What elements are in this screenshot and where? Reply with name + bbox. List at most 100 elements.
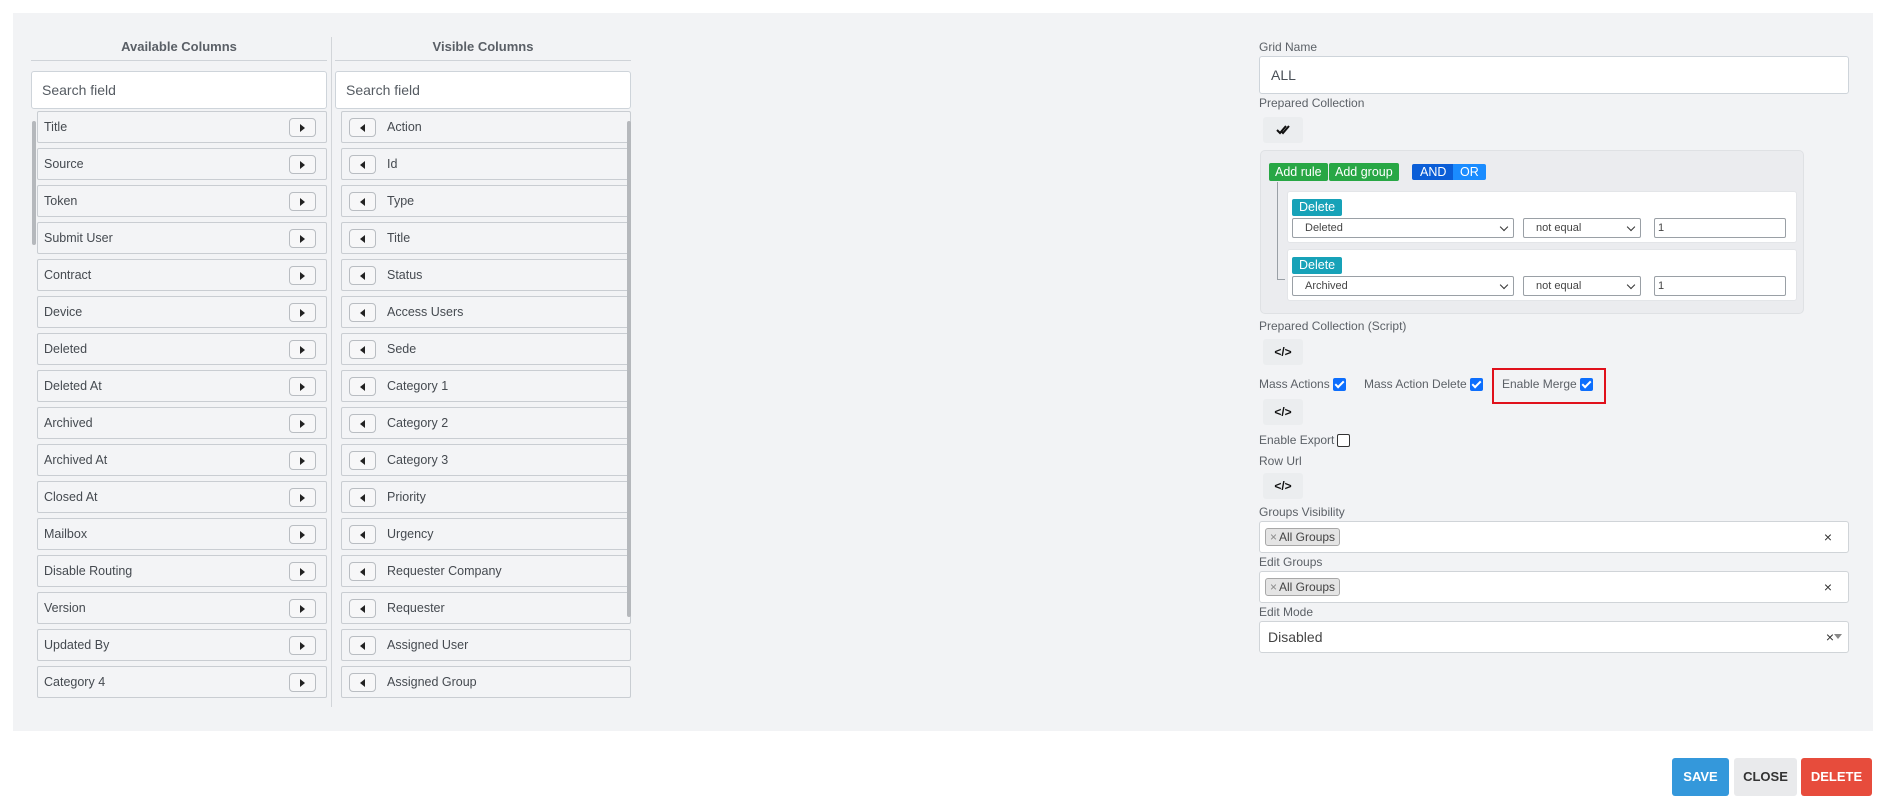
move-to-visible-button[interactable] (289, 229, 316, 248)
move-to-available-button[interactable] (349, 414, 376, 433)
move-to-visible-button[interactable] (289, 155, 316, 174)
tag-remove-icon[interactable]: × (1270, 530, 1277, 544)
condition-and-button[interactable]: AND (1412, 164, 1455, 180)
edit-groups-tag[interactable]: × All Groups (1265, 578, 1341, 596)
mass-actions-checkbox[interactable] (1332, 378, 1346, 391)
column-item[interactable]: Deleted At (37, 370, 327, 402)
clear-icon[interactable]: × (1824, 529, 1832, 545)
move-to-visible-button[interactable] (289, 451, 316, 470)
rule-value-input[interactable]: 1 (1654, 276, 1786, 296)
code-icon[interactable]: </> (1263, 473, 1303, 499)
move-to-visible-button[interactable] (289, 673, 316, 692)
edit-groups-select[interactable]: × All Groups × (1259, 571, 1849, 603)
enable-export-option[interactable]: Enable Export (1259, 433, 1351, 447)
save-button[interactable]: SAVE (1672, 758, 1729, 796)
move-to-visible-button[interactable] (289, 525, 316, 544)
column-item[interactable]: Closed At (37, 481, 327, 513)
column-item[interactable]: Submit User (37, 222, 327, 254)
move-to-available-button[interactable] (349, 488, 376, 507)
delete-rule-button[interactable]: Delete (1292, 257, 1343, 274)
column-item[interactable]: Version (37, 592, 327, 624)
close-button[interactable]: CLOSE (1734, 758, 1797, 796)
column-item[interactable]: Category 4 (37, 666, 327, 698)
edit-mode-select[interactable]: Disabled × (1259, 621, 1849, 653)
delete-button[interactable]: DELETE (1801, 758, 1872, 796)
column-item[interactable]: Type (341, 185, 631, 217)
move-to-visible-button[interactable] (289, 118, 316, 137)
column-item[interactable]: Requester Company (341, 555, 631, 587)
move-to-visible-button[interactable] (289, 599, 316, 618)
groups-visibility-tag[interactable]: × All Groups (1265, 528, 1341, 546)
move-to-available-button[interactable] (349, 636, 376, 655)
delete-rule-button[interactable]: Delete (1292, 199, 1343, 216)
move-to-visible-button[interactable] (289, 636, 316, 655)
move-to-available-button[interactable] (349, 192, 376, 211)
code-icon[interactable]: </> (1263, 339, 1303, 365)
clear-icon[interactable]: × (1824, 579, 1832, 595)
mass-action-delete-checkbox[interactable] (1469, 378, 1483, 391)
available-columns-scrollbar[interactable] (32, 121, 36, 245)
enable-merge-checkbox[interactable] (1579, 378, 1593, 391)
move-to-visible-button[interactable] (289, 562, 316, 581)
condition-or-button[interactable]: OR (1453, 164, 1486, 180)
add-rule-button[interactable]: Add rule (1269, 163, 1328, 181)
column-item[interactable]: Token (37, 185, 327, 217)
column-item[interactable]: Archived At (37, 444, 327, 476)
move-to-visible-button[interactable] (289, 303, 316, 322)
column-item[interactable]: Priority (341, 481, 631, 513)
move-to-available-button[interactable] (349, 525, 376, 544)
column-item[interactable]: Archived (37, 407, 327, 439)
move-to-available-button[interactable] (349, 229, 376, 248)
column-item[interactable]: Status (341, 259, 631, 291)
clear-icon[interactable]: × (1826, 629, 1834, 645)
column-item[interactable]: Category 1 (341, 370, 631, 402)
groups-visibility-select[interactable]: × All Groups × (1259, 521, 1849, 553)
mass-action-delete-option[interactable]: Mass Action Delete (1364, 377, 1483, 391)
move-to-available-button[interactable] (349, 303, 376, 322)
mass-actions-option[interactable]: Mass Actions (1259, 377, 1346, 391)
enable-export-checkbox[interactable] (1337, 434, 1351, 447)
move-to-visible-button[interactable] (289, 377, 316, 396)
column-item[interactable]: Mailbox (37, 518, 327, 550)
column-item[interactable]: Sede (341, 333, 631, 365)
column-item[interactable]: Deleted (37, 333, 327, 365)
move-to-available-button[interactable] (349, 599, 376, 618)
column-item[interactable]: Disable Routing (37, 555, 327, 587)
column-item[interactable]: Access Users (341, 296, 631, 328)
column-item[interactable]: Contract (37, 259, 327, 291)
move-to-visible-button[interactable] (289, 340, 316, 359)
move-to-available-button[interactable] (349, 562, 376, 581)
column-item[interactable]: Updated By (37, 629, 327, 661)
move-to-available-button[interactable] (349, 451, 376, 470)
column-item[interactable]: Device (37, 296, 327, 328)
column-item[interactable]: Requester (341, 592, 631, 624)
available-columns-search-input[interactable] (31, 71, 327, 109)
rule-field-select[interactable]: Archived (1292, 276, 1514, 296)
visible-columns-search-input[interactable] (335, 71, 631, 109)
add-group-button[interactable]: Add group (1329, 163, 1399, 181)
move-to-available-button[interactable] (349, 266, 376, 285)
move-to-visible-button[interactable] (289, 414, 316, 433)
move-to-visible-button[interactable] (289, 266, 316, 285)
column-item[interactable]: Title (341, 222, 631, 254)
column-item[interactable]: Assigned Group (341, 666, 631, 698)
column-item[interactable]: Category 2 (341, 407, 631, 439)
enable-merge-option[interactable]: Enable Merge (1502, 377, 1593, 391)
rule-field-select[interactable]: Deleted (1292, 218, 1514, 238)
rule-operator-select[interactable]: not equal (1523, 276, 1641, 296)
column-item[interactable]: Source (37, 148, 327, 180)
move-to-available-button[interactable] (349, 673, 376, 692)
caret-down-icon[interactable] (1834, 634, 1842, 639)
column-item[interactable]: Id (341, 148, 631, 180)
column-item[interactable]: Urgency (341, 518, 631, 550)
code-icon[interactable]: </> (1263, 399, 1303, 425)
column-item[interactable]: Assigned User (341, 629, 631, 661)
visible-columns-scrollbar[interactable] (627, 121, 631, 617)
grid-name-input[interactable]: ALL (1259, 56, 1849, 94)
column-item[interactable]: Action (341, 111, 631, 143)
move-to-available-button[interactable] (349, 155, 376, 174)
rule-value-input[interactable]: 1 (1654, 218, 1786, 238)
rule-operator-select[interactable]: not equal (1523, 218, 1641, 238)
double-check-icon[interactable] (1263, 117, 1303, 143)
move-to-available-button[interactable] (349, 377, 376, 396)
